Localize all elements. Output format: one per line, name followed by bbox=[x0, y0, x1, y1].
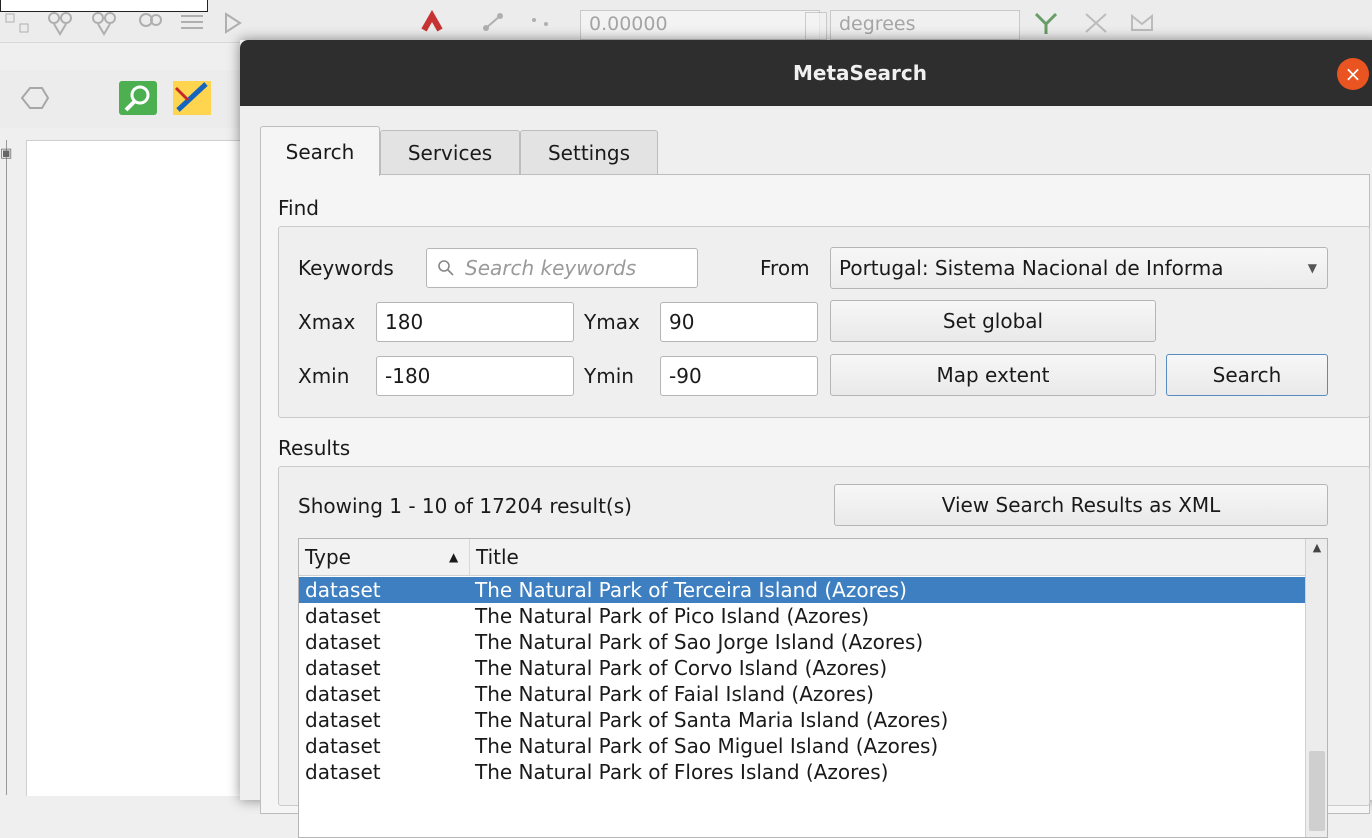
search-button[interactable]: Search bbox=[1166, 354, 1328, 396]
from-label: From bbox=[760, 256, 810, 280]
background-dock-gutter bbox=[0, 140, 26, 795]
from-catalog-combo[interactable]: Portugal: Sistema Nacional de Informa ▼ bbox=[830, 247, 1328, 289]
ymin-input[interactable] bbox=[660, 356, 818, 396]
node-tool-icon[interactable] bbox=[46, 10, 74, 36]
table-row[interactable]: dataset The Natural Park of Santa Maria I… bbox=[299, 707, 1305, 733]
split-icon[interactable] bbox=[136, 10, 164, 36]
magnet-snapping-icon[interactable] bbox=[418, 10, 446, 36]
close-icon[interactable]: × bbox=[1337, 58, 1369, 90]
keywords-label: Keywords bbox=[298, 256, 394, 280]
results-scrollbar[interactable]: ▲ bbox=[1305, 539, 1327, 837]
xmax-input[interactable] bbox=[376, 302, 574, 342]
metasearch-plugin-icon[interactable] bbox=[172, 80, 212, 116]
xmin-label: Xmin bbox=[298, 364, 350, 388]
units-combo[interactable]: degrees bbox=[830, 10, 1020, 40]
find-section-label: Find bbox=[278, 196, 319, 220]
align-icon[interactable] bbox=[178, 10, 206, 36]
tab-services[interactable]: Services bbox=[380, 130, 520, 174]
ymin-label: Ymin bbox=[584, 364, 634, 388]
cut-icon[interactable] bbox=[1082, 10, 1110, 36]
keywords-placeholder: Search keywords bbox=[465, 256, 637, 280]
table-row[interactable]: dataset The Natural Park of Faial Island … bbox=[299, 681, 1305, 707]
set-global-button[interactable]: Set global bbox=[830, 300, 1156, 342]
tab-search[interactable]: Search bbox=[260, 126, 380, 176]
from-catalog-value: Portugal: Sistema Nacional de Informa bbox=[839, 256, 1224, 280]
merge-icon[interactable] bbox=[90, 10, 118, 36]
search-icon bbox=[438, 260, 454, 276]
tab-settings[interactable]: Settings bbox=[520, 130, 658, 174]
xmin-input[interactable] bbox=[376, 356, 574, 396]
column-header-title[interactable]: Title bbox=[469, 539, 1305, 575]
keywords-search-input[interactable]: Search keywords bbox=[426, 248, 698, 288]
chevron-down-icon: ▼ bbox=[1307, 261, 1317, 275]
zoom-search-icon[interactable] bbox=[118, 80, 158, 116]
reshape-icon[interactable] bbox=[1128, 10, 1156, 36]
playback-icon[interactable] bbox=[220, 10, 248, 36]
trace-icon[interactable] bbox=[1032, 10, 1060, 36]
add-layer-icon[interactable] bbox=[18, 82, 54, 114]
column-header-type[interactable]: Type ▲ bbox=[299, 539, 469, 575]
table-row[interactable]: dataset The Natural Park of Flores Island… bbox=[299, 759, 1305, 785]
dialog-title: MetaSearch bbox=[793, 61, 927, 85]
table-row[interactable]: dataset The Natural Park of Terceira Isla… bbox=[299, 577, 1305, 603]
ymax-input[interactable] bbox=[660, 302, 818, 342]
table-row[interactable]: dataset The Natural Park of Pico Island (… bbox=[299, 603, 1305, 629]
background-frame bbox=[0, 0, 208, 12]
table-header: Type ▲ Title bbox=[299, 539, 1305, 576]
background-toolbar-secondary bbox=[0, 70, 240, 128]
map-extent-button[interactable]: Map extent bbox=[830, 354, 1156, 396]
xmax-label: Xmax bbox=[298, 310, 356, 334]
view-xml-button[interactable]: View Search Results as XML bbox=[834, 484, 1328, 526]
sort-ascending-icon: ▲ bbox=[449, 550, 459, 564]
metasearch-dialog: MetaSearch × Search Services Settings Fi… bbox=[240, 40, 1372, 838]
table-row[interactable]: dataset The Natural Park of Sao Jorge Isl… bbox=[299, 629, 1305, 655]
scroll-up-icon[interactable]: ▲ bbox=[1306, 541, 1327, 554]
tolerance-input[interactable]: 0.00000 bbox=[580, 10, 820, 40]
dialog-titlebar[interactable]: MetaSearch × bbox=[240, 40, 1372, 106]
table-row[interactable]: dataset The Natural Park of Corvo Island … bbox=[299, 655, 1305, 681]
topology-icon[interactable] bbox=[480, 10, 508, 36]
table-row[interactable]: dataset The Natural Park of Sao Miguel Is… bbox=[299, 733, 1305, 759]
results-table[interactable]: Type ▲ Title dataset The Natural Park of … bbox=[298, 538, 1328, 838]
dock-close-icon[interactable]: ▣ bbox=[0, 146, 12, 161]
scrollbar-thumb[interactable] bbox=[1309, 751, 1325, 831]
background-separator bbox=[6, 140, 7, 795]
results-summary: Showing 1 - 10 of 17204 result(s) bbox=[298, 494, 632, 518]
tolerance-spin-button[interactable] bbox=[805, 12, 827, 40]
background-layers-panel bbox=[26, 140, 241, 796]
tolerance-icon[interactable] bbox=[528, 10, 556, 36]
digitize-icon[interactable] bbox=[4, 10, 32, 36]
results-section-label: Results bbox=[278, 436, 351, 460]
ymax-label: Ymax bbox=[584, 310, 640, 334]
